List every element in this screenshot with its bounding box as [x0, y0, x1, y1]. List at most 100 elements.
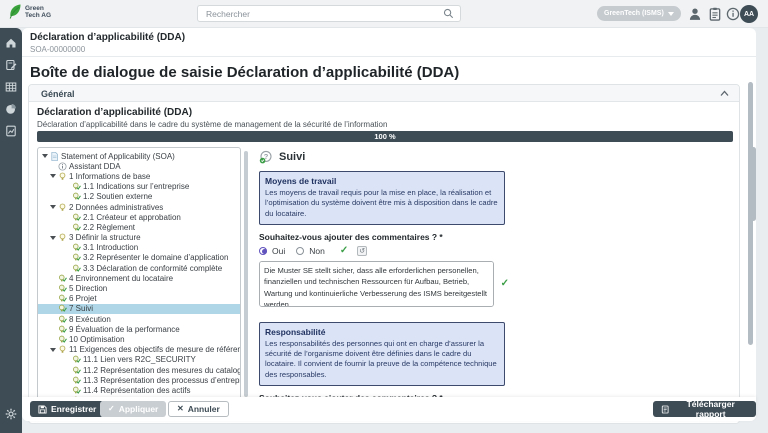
tree-item[interactable]: 3.1 Introduction [38, 243, 240, 253]
tree-expand-arrow[interactable] [50, 174, 56, 178]
search-icon[interactable] [443, 8, 454, 19]
tree-item[interactable]: 11.3 Représentation des processus d’entr… [38, 375, 240, 385]
tree-item-label: Assistant DDA [69, 162, 121, 171]
tree-item-label: 11.3 Représentation des processus d’entr… [83, 376, 241, 385]
tree-item-label: 1 Informations de base [69, 172, 150, 181]
bulb-check-icon [58, 284, 67, 293]
radio-oui[interactable] [259, 247, 267, 255]
avatar[interactable]: AA [740, 5, 758, 23]
tree-item[interactable]: 7 Suivi [38, 304, 240, 314]
bulb-check-icon [72, 264, 81, 273]
control-info-box: ResponsabilitéLes responsabilités des pe… [259, 322, 505, 386]
cancel-label: Annuler [188, 404, 220, 414]
soa-tree: Statement of Applicability (SOA)Assistan… [37, 147, 241, 405]
tree-expand-arrow[interactable] [42, 154, 48, 158]
tree-item[interactable]: 5 Direction [38, 283, 240, 293]
tree-expand-arrow[interactable] [50, 236, 56, 240]
tree-item[interactable]: 3 Définir la structure [38, 233, 240, 243]
dialog-scrollbar[interactable] [748, 82, 753, 345]
apply-button[interactable]: ✓ Appliquer [100, 401, 166, 417]
download-report-label: Télécharger rapport [673, 399, 748, 419]
tree-item[interactable]: Statement of Applicability (SOA) [38, 151, 240, 161]
tree-item[interactable]: 8 Exécution [38, 314, 240, 324]
radio-non[interactable] [296, 247, 304, 255]
user-icon[interactable] [688, 7, 702, 21]
tree-item-label: Statement of Applicability (SOA) [61, 152, 175, 161]
tree-item[interactable]: 2 Données administratives [38, 202, 240, 212]
tree-item[interactable]: 11 Exigences des objectifs de mesure de … [38, 345, 240, 355]
tree-item-label: 10 Optimisation [69, 335, 125, 344]
tree-item-label: 5 Direction [69, 284, 107, 293]
radio-label[interactable]: Oui [272, 246, 285, 256]
tree-item-label: 3.3 Déclaration de conformité complète [83, 264, 222, 273]
search-input[interactable] [204, 8, 443, 20]
bulb-check-icon [72, 366, 81, 375]
tree-item[interactable]: Assistant DDA [38, 161, 240, 171]
comment-textarea[interactable] [259, 261, 494, 307]
tree-item[interactable]: 11.2 Représentation des mesures du catal… [38, 365, 240, 375]
control-title: Responsabilité [265, 327, 499, 337]
tree-item[interactable]: 11.1 Lien vers R2C_SECURITY [38, 355, 240, 365]
info-circle-icon [58, 162, 67, 171]
gear-icon[interactable] [5, 408, 17, 420]
pie-chart-icon[interactable] [5, 103, 17, 115]
tree-expand-arrow[interactable] [50, 205, 56, 209]
tree-item-label: 11.1 Lien vers R2C_SECURITY [83, 355, 196, 364]
tree-item-label: 3.1 Introduction [83, 243, 138, 252]
reset-field-icon[interactable]: ↺ [357, 246, 367, 256]
tree-item[interactable]: 1.2 Soutien externe [38, 192, 240, 202]
tree-expand-arrow[interactable] [50, 348, 56, 352]
block-spacer [259, 307, 509, 316]
tree-scrollbar[interactable] [244, 151, 248, 397]
section-form-pane: ? Suivi Moyens de travailLes moyens de t… [253, 147, 735, 405]
tree-item-label: 1.2 Soutien externe [83, 192, 152, 201]
header-divider [22, 56, 756, 57]
cancel-button[interactable]: ✕ Annuler [168, 401, 229, 417]
tree-item[interactable]: 6 Projet [38, 294, 240, 304]
tree-item-label: 7 Suivi [69, 304, 93, 313]
tree-item-label: 3.2 Représenter le domaine d’application [83, 253, 228, 262]
tree-item[interactable]: 2.1 Créateur et approbation [38, 212, 240, 222]
tree-item[interactable]: 10 Optimisation [38, 334, 240, 344]
download-report-button[interactable]: Télécharger rapport [653, 401, 756, 417]
bulb-check-icon [72, 376, 81, 385]
tree-item-label: 2.1 Créateur et approbation [83, 213, 181, 222]
tree-item-label: 8 Exécution [69, 315, 111, 324]
leaf-icon [8, 3, 22, 20]
general-panel: Général Déclaration d’applicabilité (DDA… [28, 84, 740, 424]
tree-item[interactable]: 9 Évaluation de la performance [38, 324, 240, 334]
tree-item-label: 6 Projet [69, 294, 97, 303]
home-icon[interactable] [5, 37, 17, 49]
tree-item[interactable]: 11.4 Représentation des actifs [38, 385, 240, 395]
tree-item[interactable]: 1 Informations de base [38, 171, 240, 181]
chevron-up-icon[interactable] [720, 90, 729, 97]
save-icon [38, 405, 47, 414]
tree-item[interactable]: 3.2 Représenter le domaine d’application [38, 253, 240, 263]
bulb-check-icon [72, 223, 81, 232]
apply-label: Appliquer [119, 404, 159, 414]
bulb-check-icon [72, 182, 81, 191]
tree-item[interactable]: 2.2 Règlement [38, 222, 240, 232]
bulb-check-icon [72, 213, 81, 222]
bulb-check-icon [72, 355, 81, 364]
form-edit-icon[interactable] [5, 59, 17, 71]
save-button[interactable]: Enregistrer [30, 401, 104, 417]
report-icon[interactable] [5, 125, 17, 137]
company-logo: Green Tech AG [8, 3, 51, 20]
clipboard-icon[interactable] [708, 7, 722, 21]
tree-item-label: 2.2 Règlement [83, 223, 135, 232]
close-icon: ✕ [177, 405, 184, 413]
bulb-check-icon [72, 192, 81, 201]
info-icon[interactable] [726, 7, 740, 21]
table-icon[interactable] [5, 81, 17, 93]
save-label: Enregistrer [51, 404, 96, 414]
tree-item[interactable]: 3.3 Déclaration de conformité complète [38, 263, 240, 273]
tree-item[interactable]: 1.1 Indications sur l’entreprise [38, 182, 240, 192]
tenant-selector-button[interactable]: GreenTech (ISMS) [597, 6, 681, 21]
tree-item[interactable]: 4 Environnement du locataire [38, 273, 240, 283]
radio-label[interactable]: Non [309, 246, 325, 256]
general-panel-header[interactable]: Général [29, 85, 739, 102]
sidebar-nav [0, 28, 22, 433]
bulb-check-icon [58, 294, 67, 303]
comment-field-row: ✓ [259, 261, 509, 307]
